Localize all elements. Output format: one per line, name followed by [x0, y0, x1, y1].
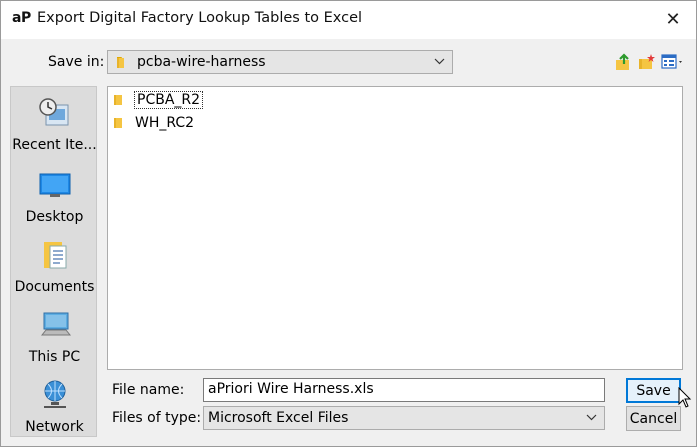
desktop-icon: [39, 173, 70, 197]
place-this-pc[interactable]: This PC: [11, 309, 98, 365]
file-name-input[interactable]: aPriori Wire Harness.xls: [203, 378, 605, 402]
place-label: This PC: [28, 349, 81, 365]
file-name: WH_RC2: [135, 115, 195, 131]
folder-icon: [114, 118, 122, 128]
place-recent-items[interactable]: Recent Ite...: [11, 97, 98, 153]
chevron-down-icon: [434, 58, 445, 65]
file-name-label: File name:: [112, 382, 185, 398]
close-icon: ✕: [665, 8, 681, 30]
save-in-label: Save in:: [48, 54, 105, 70]
list-item[interactable]: WH_RC2: [113, 113, 194, 133]
file-type-label: Files of type:: [112, 410, 202, 426]
save-in-dropdown[interactable]: pcba-wire-harness: [107, 50, 453, 74]
new-folder-icon[interactable]: [638, 53, 656, 71]
place-network[interactable]: Network: [11, 379, 98, 435]
cancel-button[interactable]: Cancel: [626, 406, 681, 431]
file-type-value: Microsoft Excel Files: [208, 410, 349, 426]
view-menu-icon[interactable]: [661, 53, 685, 71]
documents-icon: [43, 242, 66, 269]
close-button[interactable]: ✕: [653, 3, 693, 35]
folder-icon: [114, 95, 122, 105]
place-label: Recent Ite...: [12, 137, 97, 153]
export-dialog: aP Export Digital Factory Lookup Tables …: [0, 0, 697, 447]
window-title: Export Digital Factory Lookup Tables to …: [37, 10, 363, 26]
save-in-value: pcba-wire-harness: [137, 54, 266, 70]
title-bar: aP Export Digital Factory Lookup Tables …: [1, 1, 696, 39]
place-label: Documents: [14, 279, 95, 295]
file-name: PCBA_R2: [133, 91, 204, 109]
app-logo: aP: [12, 10, 31, 26]
file-type-dropdown[interactable]: Microsoft Excel Files: [203, 406, 605, 430]
place-documents[interactable]: Documents: [11, 239, 98, 295]
mouse-cursor-icon: [678, 387, 692, 408]
chevron-down-icon: [586, 414, 597, 421]
recent-items-icon: [38, 98, 68, 126]
file-list[interactable]: PCBA_R2 WH_RC2: [107, 86, 683, 370]
list-item[interactable]: PCBA_R2: [113, 90, 204, 110]
folder-icon: [117, 57, 124, 68]
network-icon: [43, 380, 66, 408]
places-bar: Recent Ite... Desktop Documents This PC …: [10, 86, 97, 437]
up-one-level-icon[interactable]: [615, 53, 633, 71]
place-label: Desktop: [25, 209, 84, 225]
place-desktop[interactable]: Desktop: [11, 169, 98, 225]
save-button[interactable]: Save: [626, 378, 681, 403]
place-label: Network: [25, 419, 84, 435]
this-pc-icon: [40, 312, 71, 336]
